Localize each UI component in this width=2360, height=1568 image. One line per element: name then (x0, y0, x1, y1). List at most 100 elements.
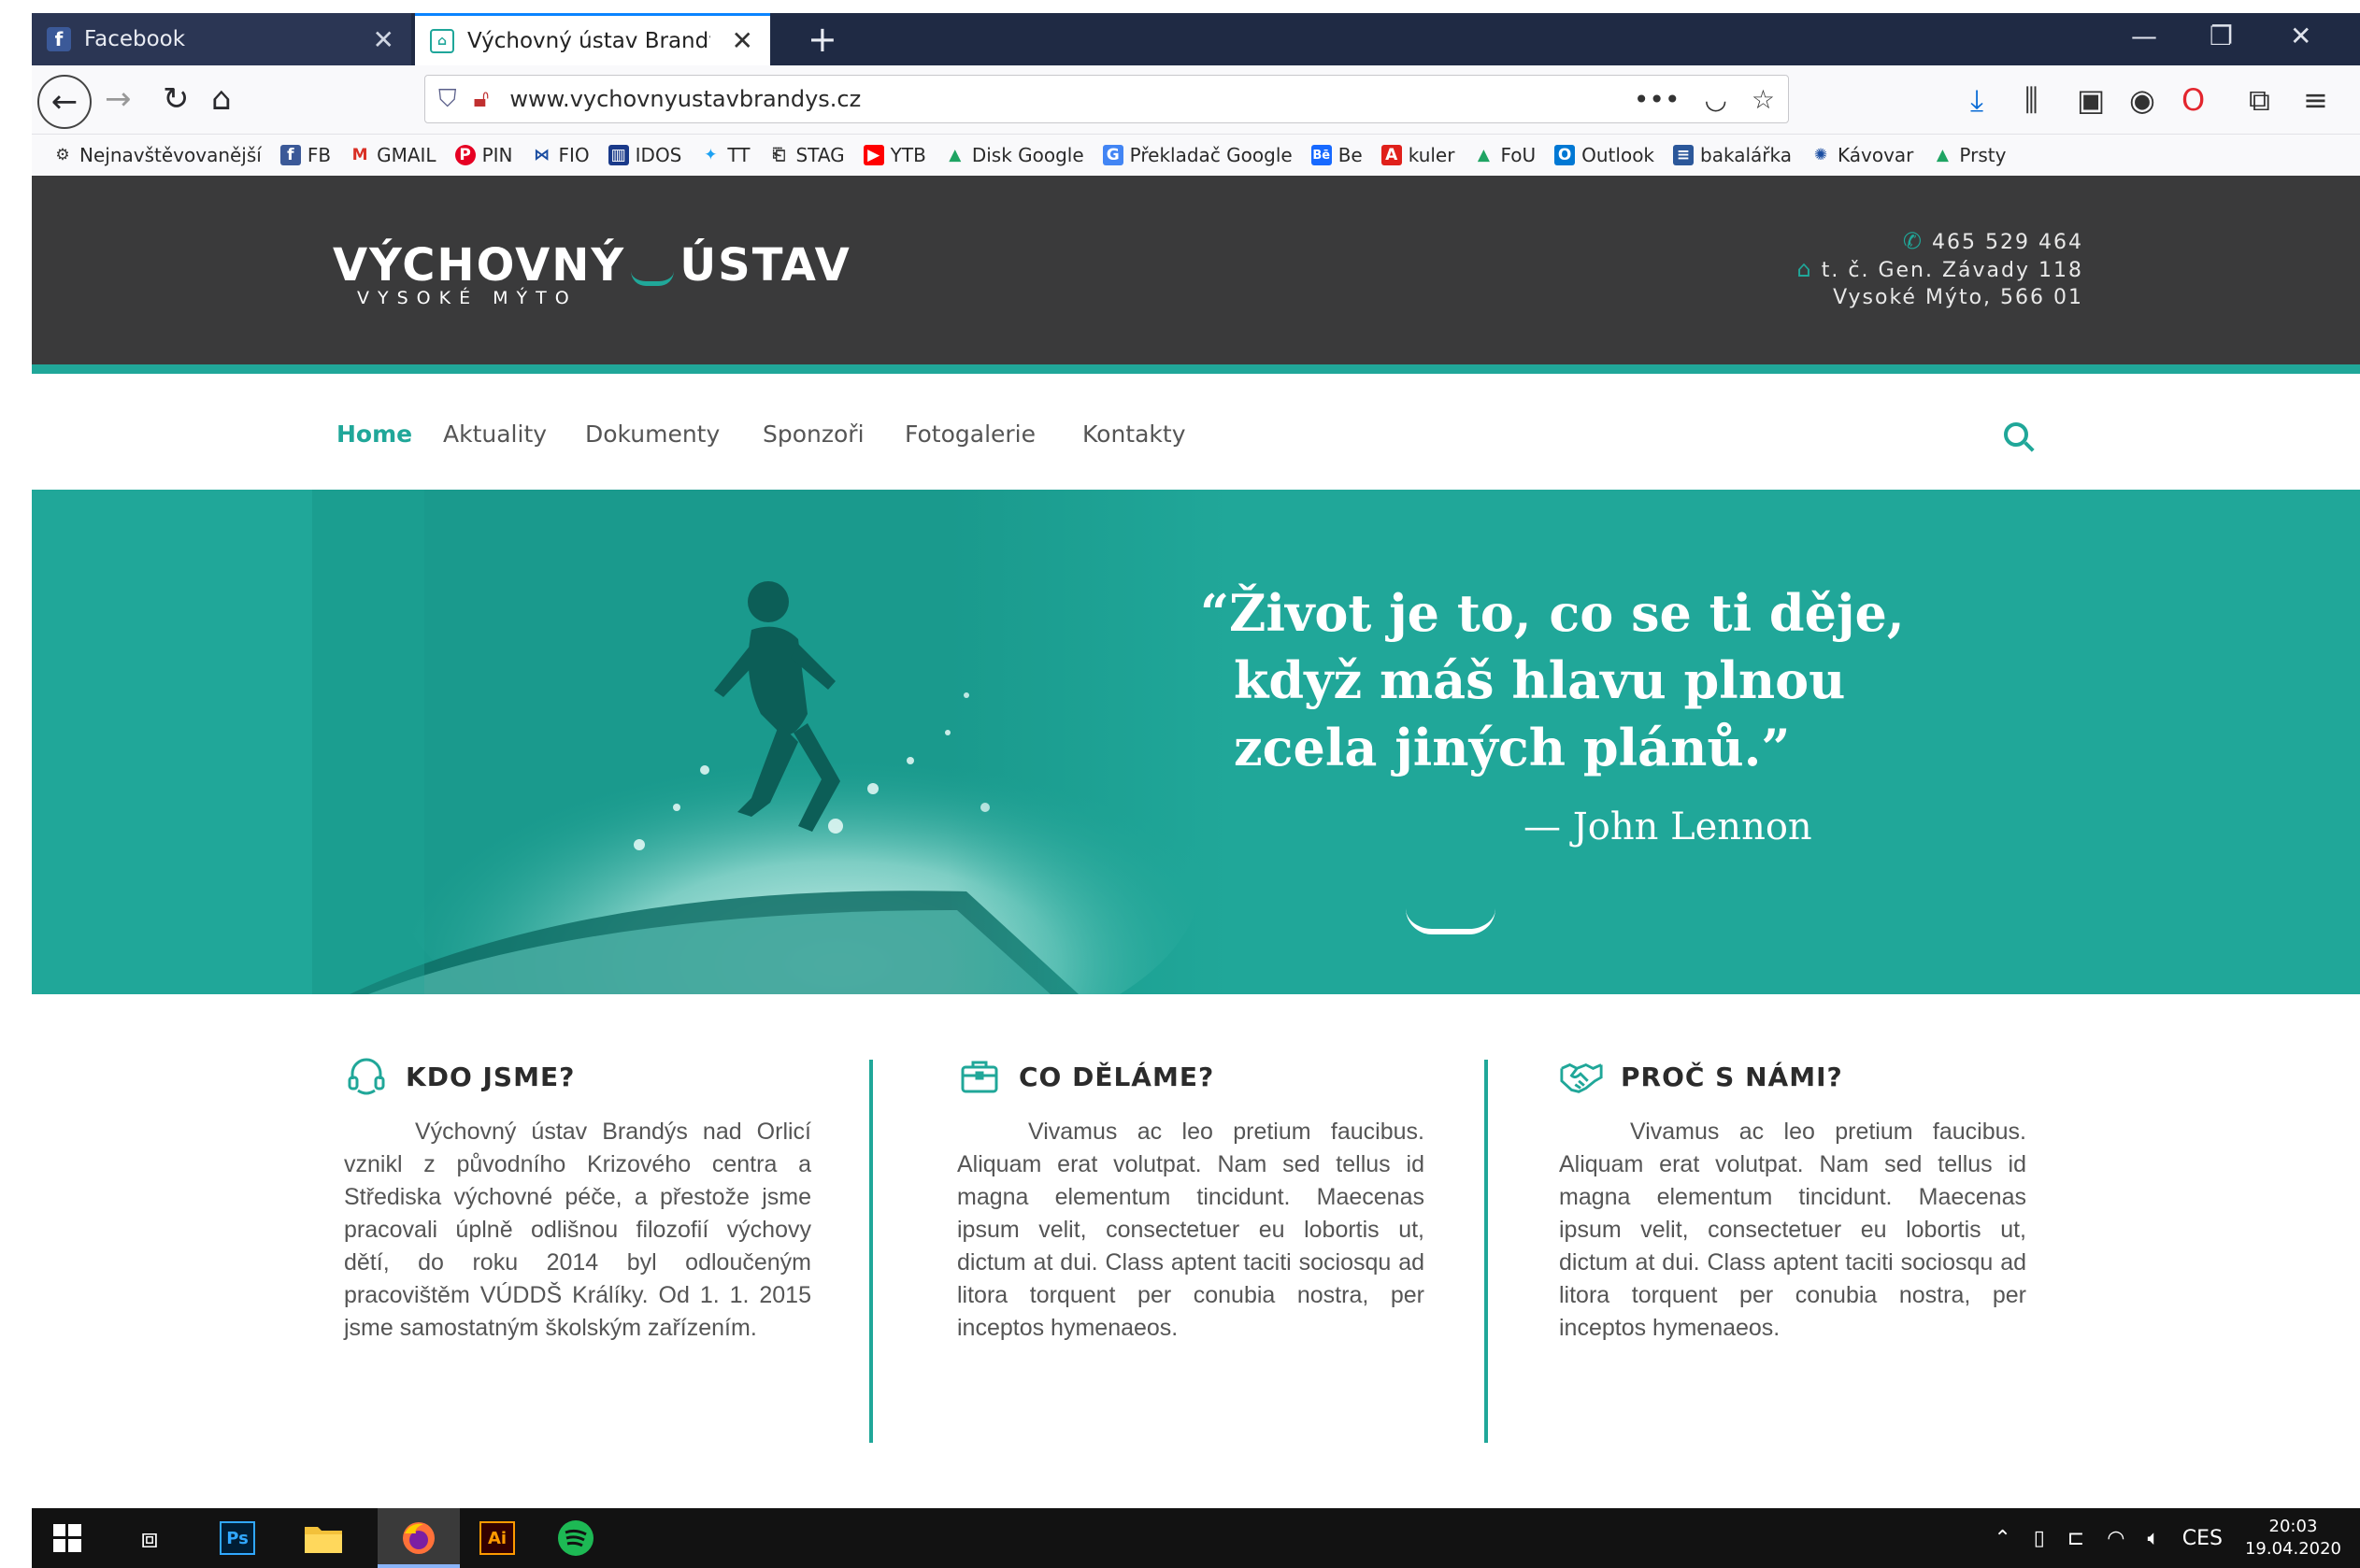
close-tab-icon[interactable]: ✕ (373, 24, 394, 55)
idos-icon: ▥ (608, 145, 629, 165)
arrow-left-icon: ← (50, 83, 79, 121)
divider (869, 1060, 873, 1443)
quote-author: — John Lennon (1523, 805, 1812, 848)
firefox-icon[interactable] (400, 1519, 437, 1557)
bookmark-item[interactable]: ▶ YTB (863, 144, 926, 166)
outlook-icon: O (1554, 145, 1576, 165)
translate-icon: G (1102, 145, 1123, 165)
bookmark-item[interactable]: ✦ TT (700, 144, 750, 166)
hero-image-runner-splash (312, 490, 1228, 994)
home-button[interactable]: ⌂ (211, 80, 232, 118)
windows-start-icon[interactable] (49, 1519, 86, 1557)
nav-fotogalerie[interactable]: Fotogalerie (905, 421, 1036, 448)
phone-number[interactable]: 465 529 464 (1932, 231, 2083, 254)
url-text[interactable]: www.vychovnyustavbrandys.cz (509, 86, 861, 112)
minimize-button[interactable]: — (2131, 21, 2157, 51)
gear-icon: ⚙ (55, 146, 70, 164)
house-icon: ⌂ (430, 28, 454, 53)
back-button[interactable]: ← (37, 75, 92, 129)
behance-icon: Bē (1310, 145, 1332, 165)
reload-button[interactable]: ↻ (163, 80, 190, 118)
chevron-up-icon[interactable]: ⌃ (1994, 1527, 2010, 1550)
briefcase-icon (957, 1054, 1002, 1099)
close-tab-icon[interactable]: ✕ (732, 25, 753, 56)
photoshop-icon[interactable]: Ps (219, 1519, 256, 1557)
drive-icon: ▲ (1936, 146, 1949, 164)
bookmark-item[interactable]: ▲ Prsty (1932, 144, 2007, 166)
tab-strip: f Facebook ✕ ⌂ Výchovný ústav Brandýs na… (32, 13, 2360, 65)
feature-why-us: PROČ S NÁMI? Vivamus ac leo pretium fauc… (1559, 1054, 2026, 1345)
shield-icon[interactable]: ⛉ (438, 85, 457, 114)
url-bar[interactable]: ⛉ 🔓︎ www.vychovnyustavbrandys.cz ••• ◡ ☆ (424, 75, 1789, 123)
pinterest-icon: P (454, 145, 476, 165)
bookmark-item[interactable]: M GMAIL (350, 144, 436, 166)
bookmark-star-icon[interactable]: ☆ (1752, 84, 1775, 115)
forward-button[interactable]: → (105, 80, 132, 118)
account-icon[interactable]: ◉ (2129, 82, 2155, 118)
bookmark-item[interactable]: ▲ FoU (1473, 144, 1536, 166)
bookmark-item[interactable]: Akuler (1380, 144, 1455, 166)
bookmark-item[interactable]: Bē Be (1310, 144, 1363, 166)
bookmark-item[interactable]: G Překladač Google (1102, 144, 1293, 166)
network-adapter-icon[interactable]: ⊏ (2067, 1527, 2084, 1550)
bookmark-item[interactable]: ▥ IDOS (608, 144, 682, 166)
bookmark-label: kuler (1408, 144, 1455, 166)
volume-icon[interactable]: 🔈︎ (2148, 1527, 2160, 1550)
bookmark-label: Kávovar (1837, 144, 1914, 166)
downloads-icon[interactable]: ⤓ (1970, 82, 1983, 119)
bookmark-item[interactable]: P PIN (454, 144, 512, 166)
headset-icon (344, 1054, 389, 1099)
sidebar-icon[interactable]: ▣ (2077, 82, 2105, 118)
feature-what-we-do: CO DĚLÁME? Vivamus ac leo pretium faucib… (957, 1054, 1424, 1345)
nav-sponzori[interactable]: Sponzoři (763, 421, 865, 448)
bookmark-label: Prsty (1959, 144, 2007, 166)
bookmark-item[interactable]: f FB (279, 144, 331, 166)
tab-title: Facebook (84, 27, 186, 51)
battery-icon[interactable]: ▯ (2034, 1527, 2045, 1550)
illustrator-icon[interactable]: Ai (479, 1519, 516, 1557)
bookmark-label: FoU (1500, 144, 1537, 166)
more-actions-icon[interactable]: ••• (1634, 84, 1681, 115)
bookmark-label: FIO (558, 144, 590, 166)
site-logo[interactable]: VÝCHOVNÝ ÚSTAV VYSOKÉ MÝTO (333, 239, 851, 308)
bookmark-item[interactable]: ✺ Kávovar (1810, 144, 1914, 166)
insecure-lock-icon[interactable]: 🔓︎ (474, 85, 490, 114)
bookmark-item[interactable]: O Outlook (1554, 144, 1654, 166)
tab-active[interactable]: ⌂ Výchovný ústav Brandýs nad O ✕ (415, 13, 770, 65)
bookmark-item[interactable]: ⚙ Nejnavštěvovanější (52, 144, 262, 166)
tab-facebook[interactable]: f Facebook ✕ (32, 13, 411, 65)
facebook-icon: f (279, 145, 301, 165)
search-icon[interactable] (2004, 422, 2028, 447)
file-explorer-icon[interactable] (303, 1519, 344, 1557)
nav-dokumenty[interactable]: Dokumenty (585, 421, 720, 448)
bookmark-item[interactable]: ≡ bakalářka (1673, 144, 1792, 166)
nav-aktuality[interactable]: Aktuality (443, 421, 547, 448)
bookmark-label: YTB (890, 144, 926, 166)
bookmark-item[interactable]: ▲ Disk Google (945, 144, 1083, 166)
logo-text-left: VÝCHOVNÝ (333, 239, 626, 292)
new-tab-button[interactable]: + (808, 19, 837, 60)
close-window-button[interactable]: ✕ (2290, 21, 2311, 51)
opera-icon[interactable]: O (2181, 82, 2205, 118)
language-indicator[interactable]: CES (2182, 1527, 2223, 1550)
library-icon[interactable]: ⫼ (2024, 82, 2038, 119)
hero-banner: “Život je to, co se ti děje, když máš hl… (32, 490, 2360, 994)
phone-icon: ✆ (1902, 228, 1924, 254)
menu-icon[interactable]: ≡ (2303, 82, 2328, 118)
navigation-toolbar: ← → ↻ ⌂ ⛉ 🔓︎ www.vychovnyustavbrandys.cz… (32, 65, 2360, 135)
features-section: KDO JSME? Výchovný ústav Brandýs nad Orl… (32, 994, 2360, 1490)
nav-kontakty[interactable]: Kontakty (1082, 421, 1186, 448)
facebook-icon: f (47, 27, 71, 51)
spotify-icon[interactable] (555, 1519, 596, 1557)
nav-home[interactable]: Home (336, 421, 412, 448)
extensions-icon[interactable]: ⧉ (2249, 82, 2270, 119)
restore-button[interactable]: ❐ (2210, 21, 2233, 51)
wifi-icon[interactable]: ◠ (2107, 1527, 2124, 1550)
bookmark-label: Nejnavštěvovanější (79, 144, 262, 166)
clock[interactable]: 20:03 19.04.2020 (2245, 1516, 2341, 1561)
pocket-icon[interactable]: ◡ (1704, 84, 1726, 115)
bookmark-label: IDOS (635, 144, 682, 166)
bookmark-item[interactable]: ⎗ STAG (768, 144, 845, 166)
task-view-icon[interactable]: ⧈ (131, 1519, 168, 1557)
bookmark-item[interactable]: ⋈ FIO (531, 144, 590, 166)
